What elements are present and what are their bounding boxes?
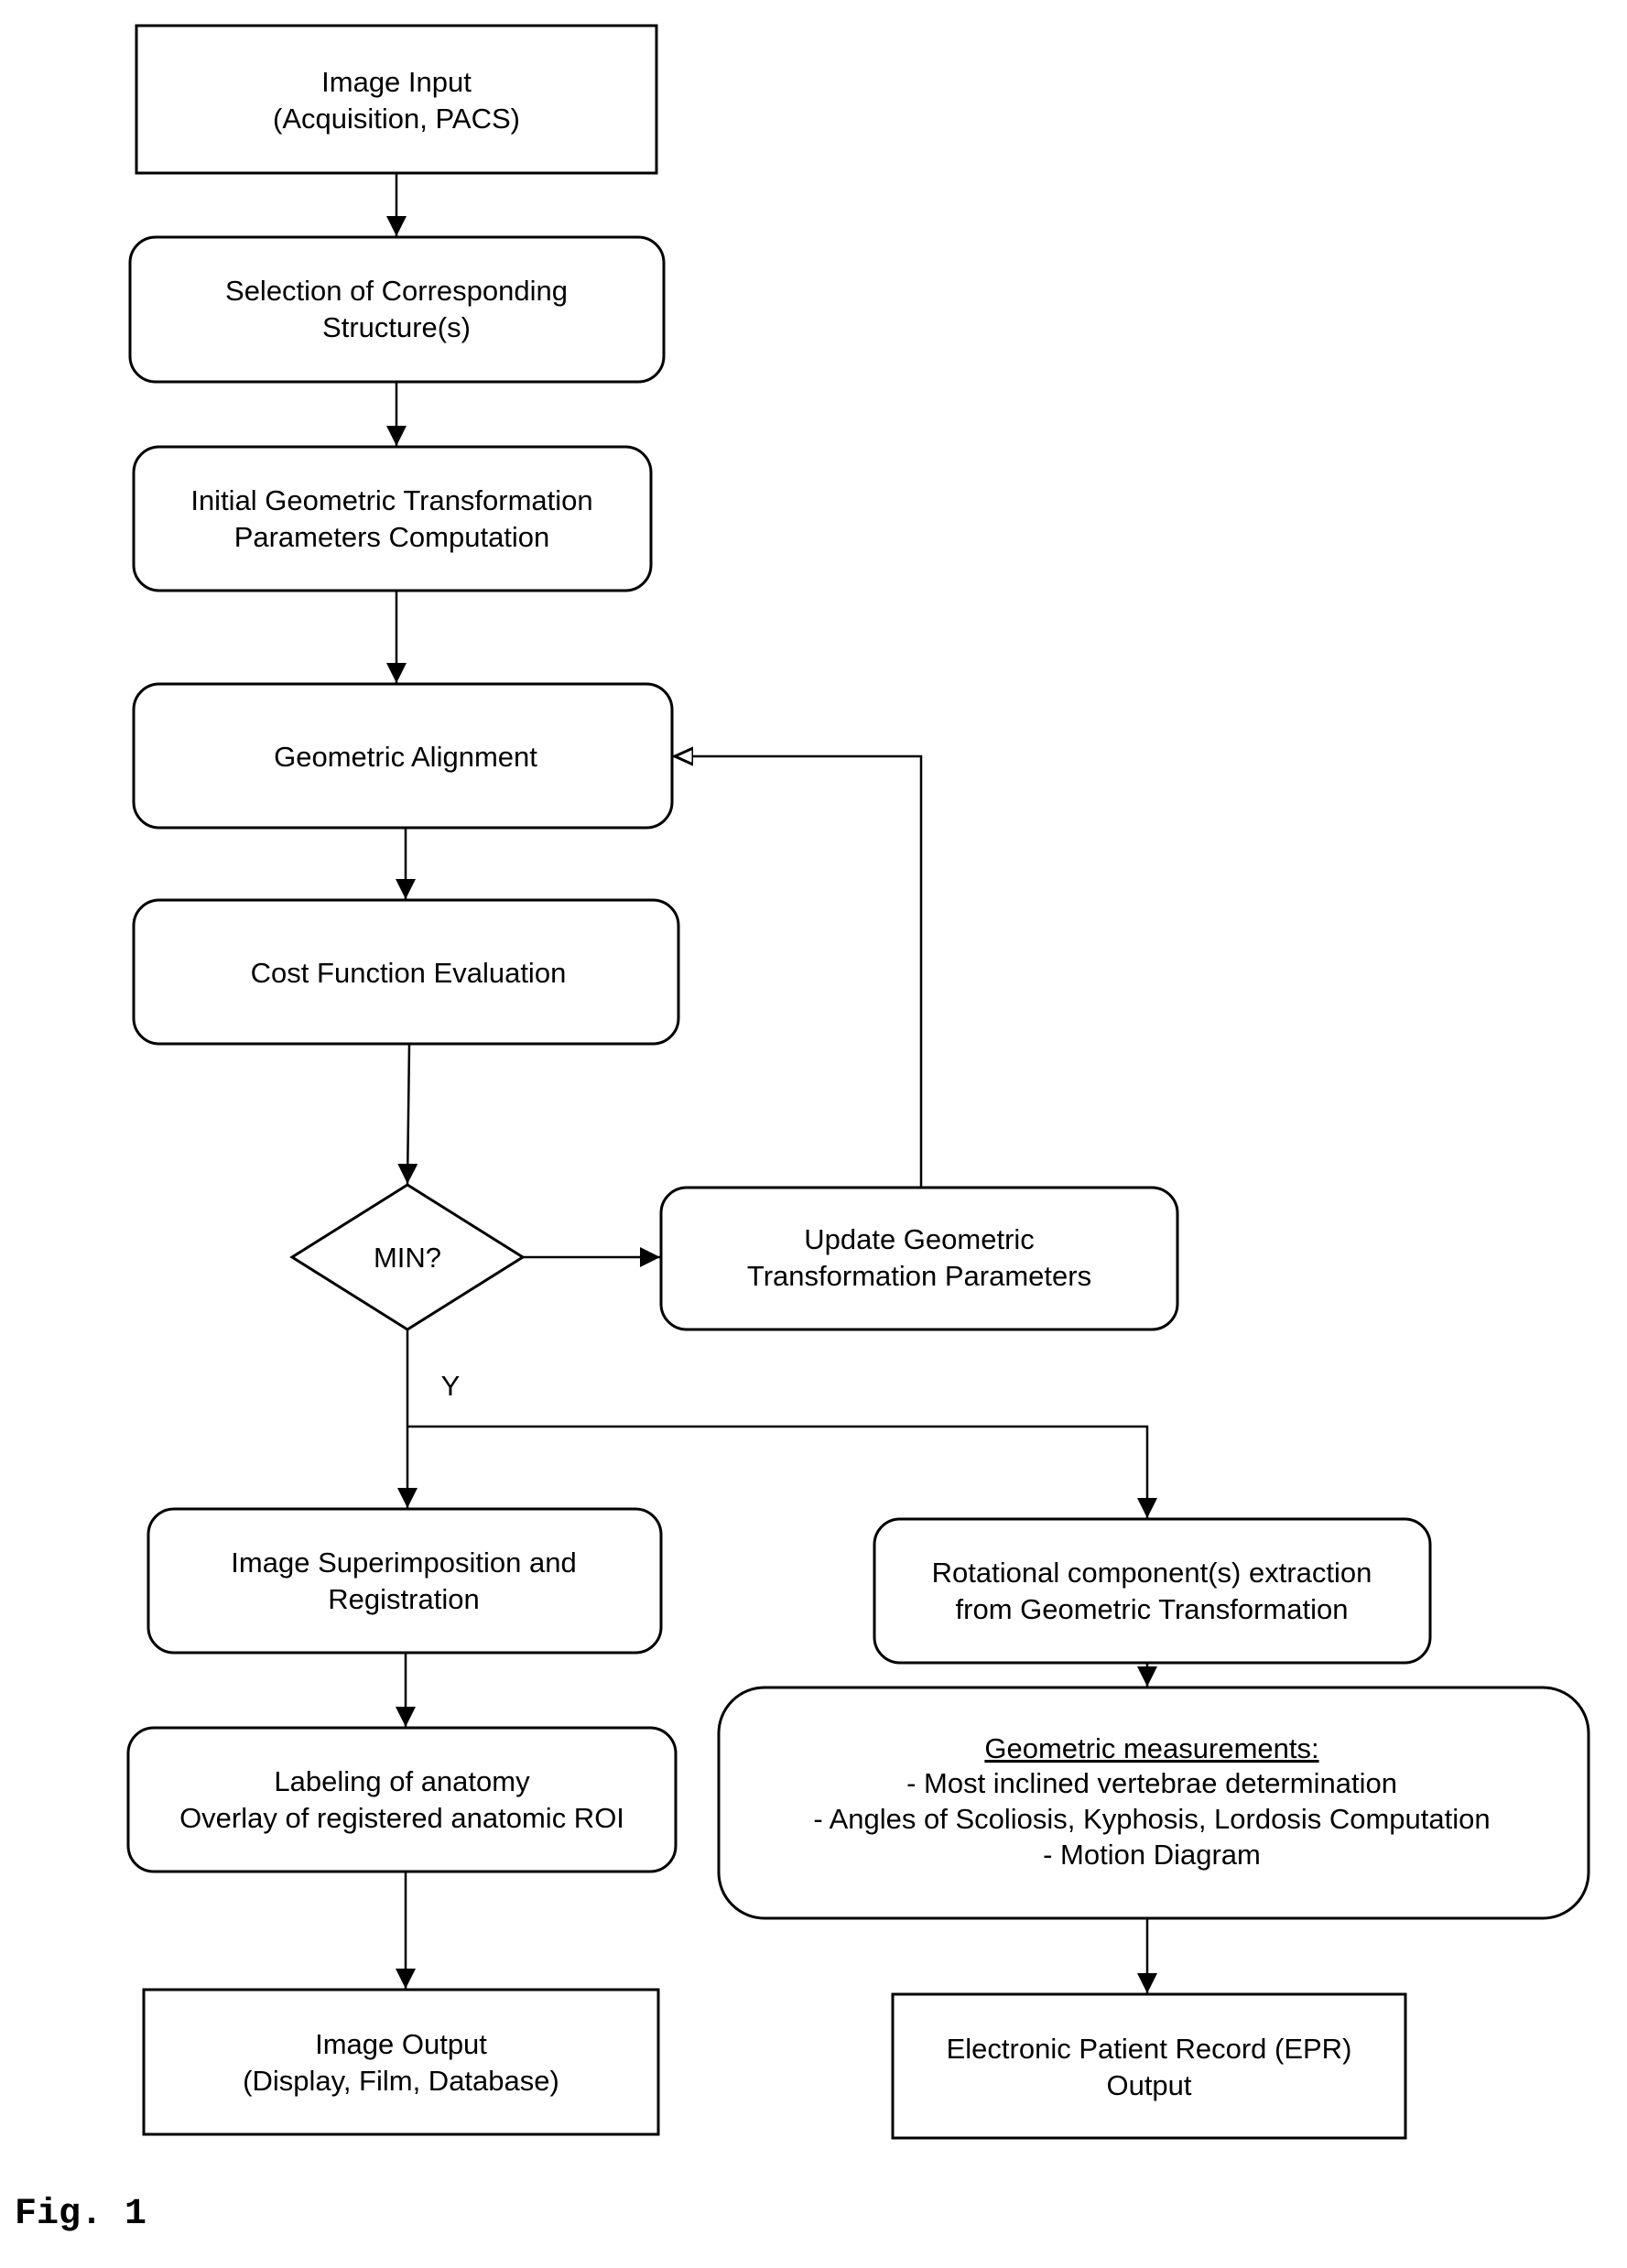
node-decision-min: MIN? <box>289 1183 526 1331</box>
node-label: Update Geometric <box>804 1223 1035 1255</box>
node-label: (Acquisition, PACS) <box>273 103 520 135</box>
measurement-item: - Most inclined vertebrae determination <box>906 1767 1397 1799</box>
arrow-cost-to-decision <box>397 1043 418 1185</box>
node-initial-parameters: Initial Geometric Transformation Paramet… <box>132 445 653 592</box>
node-label: Selection of Corresponding <box>225 275 568 307</box>
node-update-parameters: Update Geometric Transformation Paramete… <box>659 1186 1179 1331</box>
figure-caption: Fig. 1 <box>15 2194 146 2235</box>
node-image-input: Image Input (Acquisition, PACS) <box>135 24 658 175</box>
node-label: Structure(s) <box>322 311 471 343</box>
measurements-heading: Geometric measurements: <box>984 1732 1318 1764</box>
flowchart: Image Input (Acquisition, PACS) Selectio… <box>15 24 1590 2235</box>
node-label: Overlay of registered anatomic ROI <box>179 1802 624 1834</box>
node-label: Registration <box>328 1583 479 1615</box>
node-label: Rotational component(s) extraction <box>932 1557 1372 1589</box>
node-geometric-measurements: Geometric measurements: - Most inclined … <box>717 1686 1590 1920</box>
node-cost-function: Cost Function Evaluation <box>132 898 680 1046</box>
node-label: Cost Function Evaluation <box>251 957 567 989</box>
node-label: (Display, Film, Database) <box>243 2065 559 2097</box>
node-label: Geometric Alignment <box>274 741 537 773</box>
node-label: Electronic Patient Record (EPR) <box>947 2033 1352 2065</box>
node-selection: Selection of Corresponding Structure(s) <box>128 235 666 384</box>
edge-label-yes: Y <box>441 1370 461 1402</box>
node-labeling: Labeling of anatomy Overlay of registere… <box>126 1726 678 1873</box>
arrow-yes-to-rotational <box>407 1425 1157 1518</box>
measurement-item: - Motion Diagram <box>1043 1839 1261 1871</box>
node-rotational-extraction: Rotational component(s) extraction from … <box>873 1517 1432 1665</box>
node-label: Image Output <box>315 2028 487 2060</box>
node-superimposition: Image Superimposition and Registration <box>146 1507 663 1655</box>
node-label: Initial Geometric Transformation <box>190 484 592 516</box>
node-label: from Geometric Transformation <box>956 1593 1349 1625</box>
node-geometric-alignment: Geometric Alignment <box>132 682 674 830</box>
node-label: Image Input <box>321 66 472 98</box>
node-label: MIN? <box>374 1242 441 1274</box>
node-label: Parameters Computation <box>234 521 550 553</box>
node-label: Output <box>1106 2069 1191 2101</box>
loop-update-to-alignment <box>673 756 923 1188</box>
measurement-item: - Angles of Scoliosis, Kyphosis, Lordosi… <box>813 1803 1490 1835</box>
node-label: Labeling of anatomy <box>274 1765 530 1797</box>
node-image-output: Image Output (Display, Film, Database) <box>142 1988 660 2136</box>
node-epr-output: Electronic Patient Record (EPR) Output <box>891 1992 1407 2140</box>
node-label: Image Superimposition and <box>231 1546 576 1579</box>
node-label: Transformation Parameters <box>747 1260 1091 1292</box>
